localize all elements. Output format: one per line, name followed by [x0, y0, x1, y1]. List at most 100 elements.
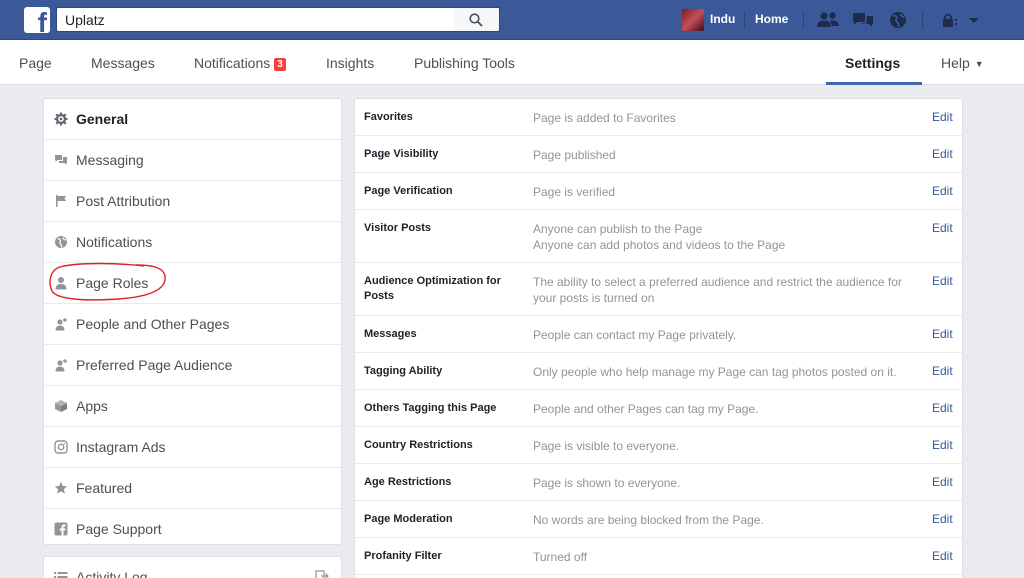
setting-value: Anyone can publish to the Page Anyone ca… — [533, 221, 917, 253]
setting-value: Only people who help manage my Page can … — [533, 365, 897, 379]
flag-icon — [56, 195, 66, 207]
setting-value: Page is shown to everyone. — [533, 476, 681, 490]
sidebar-item-apps[interactable]: Apps — [44, 386, 341, 427]
edit-link[interactable]: Edit — [932, 549, 953, 563]
edit-link[interactable]: Edit — [932, 512, 953, 526]
sidebar-item-notifications[interactable]: Notifications — [44, 222, 341, 263]
globe-icon — [55, 236, 67, 248]
sidebar-item-messaging[interactable]: Messaging — [44, 140, 341, 181]
tab-page[interactable]: Page — [19, 55, 52, 71]
edit-link[interactable]: Edit — [932, 364, 953, 378]
sidebar-item-label: Instagram Ads — [76, 439, 166, 455]
tab-notifications-label: Notifications — [194, 55, 271, 71]
setting-value: People and other Pages can tag my Page. — [533, 402, 759, 416]
tab-settings[interactable]: Settings — [826, 40, 922, 85]
tab-settings-label: Settings — [845, 55, 901, 71]
sidebar-item-featured[interactable]: Featured — [44, 468, 341, 509]
setting-name: Audience Optimization for Posts — [364, 275, 501, 302]
friend-requests-icon[interactable] — [816, 10, 840, 30]
caret-down-icon: ▼ — [974, 59, 984, 69]
messages-icon[interactable] — [851, 10, 875, 30]
settings-sidebar: General Messaging Post Attribution Notif… — [43, 98, 342, 545]
setting-value-line: Anyone can publish to the Page — [533, 222, 703, 236]
general-settings-panel: Favorites Page is added to Favorites Edi… — [354, 98, 963, 578]
setting-name: Page Visibility — [364, 148, 439, 160]
setting-value: Turned off — [533, 550, 588, 564]
home-link[interactable]: Home — [755, 12, 788, 26]
search-box[interactable] — [56, 7, 454, 32]
setting-row-page-verification[interactable]: Page Verification Page is verified Edit — [355, 173, 962, 210]
setting-name: Page Moderation — [364, 513, 453, 525]
setting-row-tagging-ability[interactable]: Tagging Ability Only people who help man… — [355, 353, 962, 390]
tab-help[interactable]: Help ▼ — [941, 55, 984, 71]
sidebar-item-label: Apps — [76, 398, 108, 414]
setting-row-others-tagging[interactable]: Others Tagging this Page People and othe… — [355, 390, 962, 427]
tab-insights[interactable]: Insights — [326, 55, 374, 71]
sidebar-item-instagram-ads[interactable]: Instagram Ads — [44, 427, 341, 468]
setting-value: Page is visible to everyone. — [533, 439, 680, 453]
edit-link[interactable]: Edit — [932, 401, 953, 415]
setting-row-age-restrictions[interactable]: Age Restrictions Page is shown to everyo… — [355, 464, 962, 501]
cube-icon — [55, 400, 67, 412]
setting-name: Tagging Ability — [364, 365, 443, 377]
setting-row-favorites[interactable]: Favorites Page is added to Favorites Edi… — [355, 99, 962, 136]
tab-notifications[interactable]: Notifications 3 — [194, 55, 286, 71]
setting-value: No words are being blocked from the Page… — [533, 513, 764, 527]
edit-link[interactable]: Edit — [932, 274, 953, 288]
setting-value: Page is verified — [533, 185, 616, 199]
facebook-icon — [54, 522, 68, 536]
sidebar-item-page-support[interactable]: Page Support — [44, 509, 341, 550]
edit-link[interactable]: Edit — [932, 221, 953, 235]
setting-row-messages[interactable]: Messages People can contact my Page priv… — [355, 316, 962, 353]
edit-link[interactable]: Edit — [932, 327, 953, 341]
activity-log-panel[interactable]: Activity Log — [43, 556, 342, 578]
setting-value: Page is added to Favorites — [533, 111, 676, 125]
tab-publishing-tools[interactable]: Publishing Tools — [414, 55, 515, 71]
edit-link[interactable]: Edit — [932, 438, 953, 452]
instagram-icon — [54, 440, 68, 454]
setting-name: Age Restrictions — [364, 476, 452, 488]
setting-value: The ability to select a preferred audien… — [533, 275, 902, 305]
facebook-logo-icon[interactable]: f — [24, 7, 50, 33]
tab-messages[interactable]: Messages — [91, 55, 155, 71]
setting-row-page-visibility[interactable]: Page Visibility Page published Edit — [355, 136, 962, 173]
search-icon — [469, 13, 483, 27]
star-icon — [54, 481, 68, 494]
setting-name: Page Verification — [364, 185, 453, 197]
privacy-shortcuts-icon[interactable] — [940, 10, 964, 30]
setting-row-page-moderation[interactable]: Page Moderation No words are being block… — [355, 501, 962, 538]
person-plus-icon — [55, 318, 67, 331]
sidebar-item-general[interactable]: General — [44, 99, 341, 140]
setting-name: Visitor Posts — [364, 222, 432, 234]
sidebar-item-people-and-other-pages[interactable]: People and Other Pages — [44, 304, 341, 345]
edit-link[interactable]: Edit — [932, 110, 953, 124]
profile-name-link[interactable]: Indu — [710, 12, 735, 26]
search-input[interactable] — [57, 8, 454, 31]
divider — [922, 11, 923, 29]
chevron-down-icon[interactable] — [962, 10, 986, 30]
search-button[interactable] — [454, 7, 500, 32]
list-icon — [54, 572, 68, 578]
setting-row-visitor-posts[interactable]: Visitor Posts Anyone can publish to the … — [355, 210, 962, 263]
divider — [744, 11, 745, 29]
edit-link[interactable]: Edit — [932, 184, 953, 198]
sidebar-item-label: Notifications — [76, 234, 153, 250]
setting-name: Profanity Filter — [364, 550, 442, 562]
edit-link[interactable]: Edit — [932, 147, 953, 161]
tab-help-label: Help — [941, 55, 970, 71]
sidebar-item-label: Preferred Page Audience — [76, 357, 233, 373]
setting-row-profanity-filter[interactable]: Profanity Filter Turned off Edit — [355, 538, 962, 575]
setting-name: Favorites — [364, 111, 413, 123]
setting-row-audience-optimization[interactable]: Audience Optimization for Posts The abil… — [355, 263, 962, 316]
sidebar-item-label: Post Attribution — [76, 193, 171, 209]
sidebar-item-label: Featured — [76, 480, 133, 496]
edit-link[interactable]: Edit — [932, 475, 953, 489]
notifications-globe-icon[interactable] — [886, 10, 910, 30]
setting-row-country-restrictions[interactable]: Country Restrictions Page is visible to … — [355, 427, 962, 464]
sidebar-item-post-attribution[interactable]: Post Attribution — [44, 181, 341, 222]
avatar[interactable] — [682, 9, 704, 31]
setting-value-line: Anyone can add photos and videos to the … — [533, 238, 786, 252]
sidebar-item-preferred-page-audience[interactable]: Preferred Page Audience — [44, 345, 341, 386]
setting-name: Messages — [364, 328, 417, 340]
setting-value: Page published — [533, 148, 616, 162]
